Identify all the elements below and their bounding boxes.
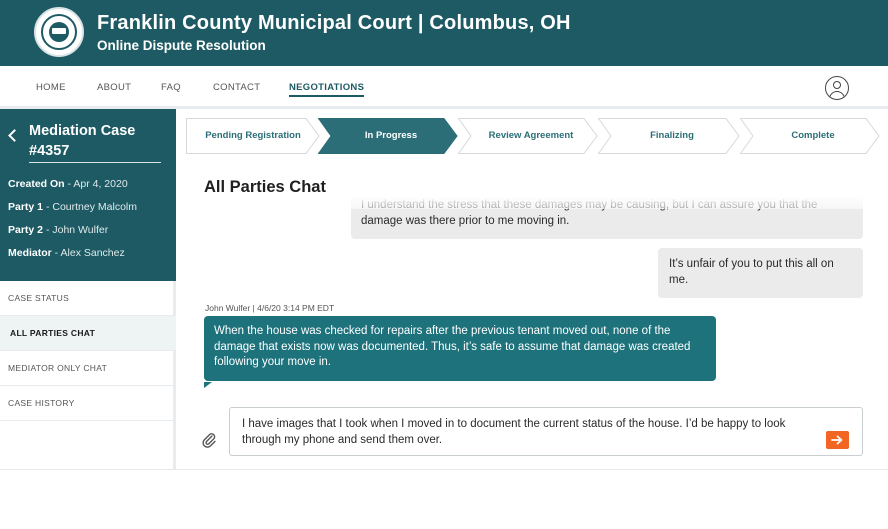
case-field-label: Party 1 bbox=[8, 201, 44, 213]
chevron-left-icon[interactable] bbox=[7, 130, 17, 140]
step-finalizing[interactable]: Finalizing bbox=[598, 118, 740, 154]
avatar-body bbox=[829, 91, 845, 99]
step-complete[interactable]: Complete bbox=[740, 118, 880, 154]
case-field-created: Created On - Apr 4, 2020 bbox=[8, 178, 128, 190]
step-label: Finalizing bbox=[650, 130, 694, 141]
top-nav: HOME ABOUT FAQ CONTACT NEGOTIATIONS bbox=[0, 66, 888, 109]
case-field-party1: Party 1 - Courtney Malcolm bbox=[8, 201, 137, 213]
chat-messages: I understand the stress that these damag… bbox=[186, 196, 880, 390]
scroll-fade bbox=[186, 196, 880, 209]
site-header: Franklin County Municipal Court | Columb… bbox=[0, 0, 888, 66]
case-title: Mediation Case #4357 bbox=[29, 123, 136, 159]
case-field-label: Mediator bbox=[8, 247, 52, 259]
case-field-label: Party 2 bbox=[8, 224, 44, 236]
step-label: Pending Registration bbox=[205, 130, 301, 141]
step-label: Review Agreement bbox=[488, 130, 574, 141]
chat-title: All Parties Chat bbox=[204, 178, 326, 196]
bubble-tail bbox=[855, 285, 863, 291]
nav-contact[interactable]: CONTACT bbox=[213, 82, 260, 93]
menu-mediator-only-chat[interactable]: MEDIATOR ONLY CHAT bbox=[0, 351, 176, 386]
message-bubble-mine: It’s unfair of you to put this all on me… bbox=[658, 248, 863, 298]
bubble-tail bbox=[204, 382, 212, 388]
menu-case-status[interactable]: CASE STATUS bbox=[0, 281, 176, 316]
case-divider bbox=[29, 162, 161, 163]
county-seal-logo bbox=[34, 7, 84, 57]
case-field-value: Apr 4, 2020 bbox=[73, 178, 128, 190]
send-button[interactable] bbox=[826, 431, 849, 449]
step-review-agreement[interactable]: Review Agreement bbox=[458, 118, 598, 154]
court-title: Franklin County Municipal Court | Columb… bbox=[97, 12, 571, 34]
paperclip-icon[interactable] bbox=[201, 432, 217, 448]
progress-steps: Pending Registration In Progress Review … bbox=[186, 118, 880, 154]
user-avatar-icon[interactable] bbox=[825, 76, 849, 100]
send-arrow-icon bbox=[831, 435, 843, 445]
nav-about[interactable]: ABOUT bbox=[97, 82, 131, 93]
case-field-party2: Party 2 - John Wulfer bbox=[8, 224, 109, 236]
step-label: In Progress bbox=[364, 130, 418, 141]
avatar-head bbox=[833, 81, 841, 89]
menu-all-parties-chat[interactable]: ALL PARTIES CHAT bbox=[0, 316, 176, 351]
message-bubble-theirs: When the house was checked for repairs a… bbox=[204, 316, 716, 381]
seal-mark bbox=[52, 28, 66, 34]
page-divider bbox=[0, 469, 888, 470]
message-input[interactable]: I have images that I took when I moved i… bbox=[242, 416, 822, 448]
court-subtitle: Online Dispute Resolution bbox=[97, 38, 266, 53]
message-composer: I have images that I took when I moved i… bbox=[229, 407, 863, 456]
case-field-mediator: Mediator - Alex Sanchez bbox=[8, 247, 125, 259]
case-sidebar: Mediation Case #4357 Created On - Apr 4,… bbox=[0, 109, 176, 469]
step-in-progress[interactable]: In Progress bbox=[318, 118, 458, 154]
case-menu: CASE STATUS ALL PARTIES CHAT MEDIATOR ON… bbox=[0, 281, 176, 421]
step-pending-registration[interactable]: Pending Registration bbox=[186, 118, 320, 154]
paperclip-glyph bbox=[202, 433, 216, 448]
case-field-value: Alex Sanchez bbox=[60, 247, 125, 259]
step-label: Complete bbox=[791, 130, 835, 141]
nav-home[interactable]: HOME bbox=[36, 82, 66, 93]
case-summary: Mediation Case #4357 Created On - Apr 4,… bbox=[0, 109, 176, 281]
menu-case-history[interactable]: CASE HISTORY bbox=[0, 386, 176, 421]
case-field-label: Created On bbox=[8, 178, 65, 190]
case-field-value: John Wulfer bbox=[52, 224, 109, 236]
message-meta: John Wulfer | 4/6/20 3:14 PM EDT bbox=[205, 303, 335, 313]
case-field-value: Courtney Malcolm bbox=[52, 201, 137, 213]
nav-negotiations[interactable]: NEGOTIATIONS bbox=[289, 82, 365, 97]
nav-faq[interactable]: FAQ bbox=[161, 82, 181, 93]
